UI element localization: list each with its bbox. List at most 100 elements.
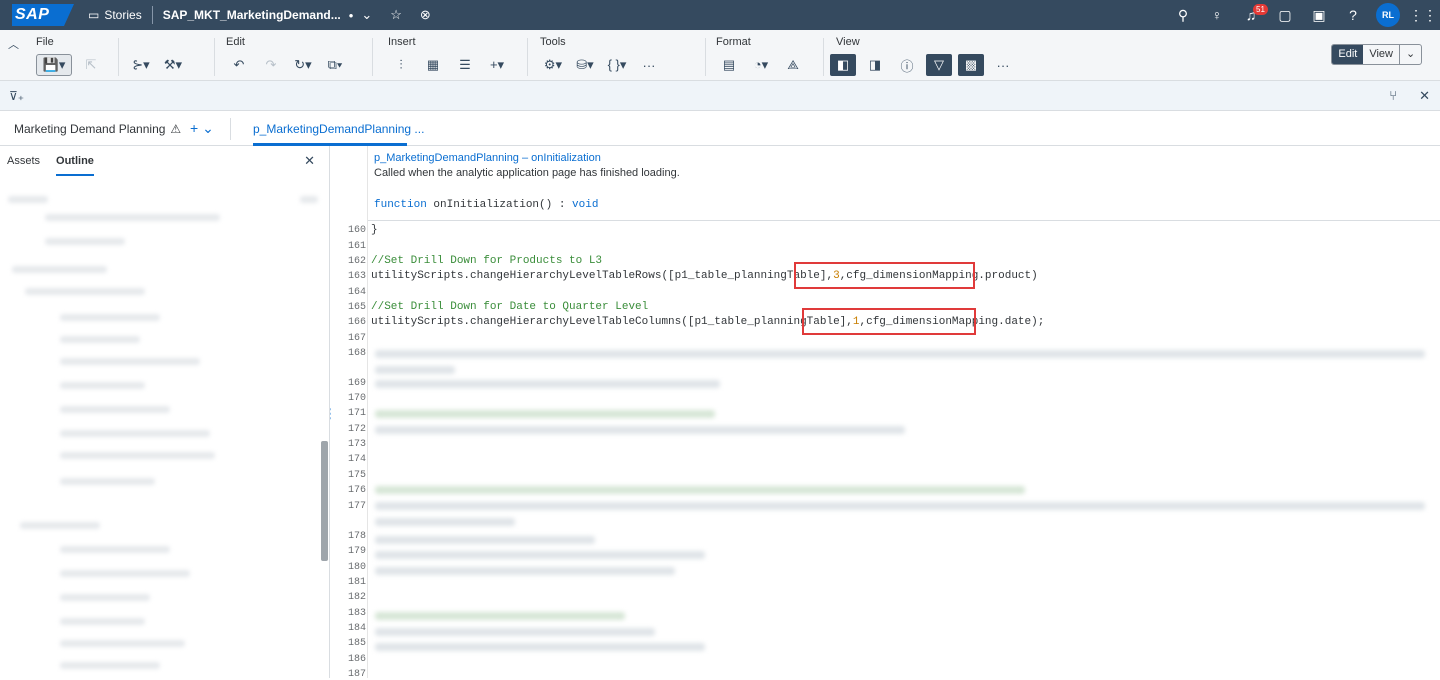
app-grid-icon[interactable]: ⋮⋮ bbox=[1406, 7, 1440, 24]
outline-item[interactable] bbox=[60, 594, 150, 601]
outline-item[interactable] bbox=[25, 288, 145, 295]
discussions-icon[interactable]: ▢ bbox=[1268, 7, 1302, 24]
outline-item[interactable] bbox=[60, 382, 145, 389]
comment-panel-icon[interactable]: ▩ bbox=[958, 54, 984, 76]
chart-icon[interactable]: ⫶ bbox=[388, 54, 414, 76]
outline-item[interactable] bbox=[60, 546, 170, 553]
linked-analysis-icon[interactable]: ⑂ bbox=[1389, 88, 1397, 104]
close-icon[interactable]: ✕ bbox=[304, 153, 315, 169]
tab-label: Marketing Demand Planning bbox=[14, 122, 166, 136]
code-comment[interactable]: //Set Drill Down for Date to Quarter Lev… bbox=[371, 301, 648, 313]
tab-outline[interactable]: Outline bbox=[56, 155, 94, 176]
mode-switch: Edit View ⌄ bbox=[1331, 44, 1422, 65]
shell-bar: SAP ▭ Stories SAP_MKT_MarketingDemand...… bbox=[0, 0, 1440, 30]
tab-assets[interactable]: Assets bbox=[7, 155, 40, 176]
story-title[interactable]: SAP_MKT_MarketingDemand... bbox=[163, 8, 341, 22]
add-icon[interactable]: +▾ bbox=[484, 54, 510, 76]
script-braces-icon[interactable]: { }▾ bbox=[604, 54, 630, 76]
blurred-code bbox=[375, 518, 515, 526]
chevron-down-icon[interactable]: ⌄ bbox=[1399, 45, 1421, 64]
filter-icon[interactable]: ▽ bbox=[926, 54, 952, 76]
outline-item[interactable] bbox=[300, 196, 318, 203]
line-number: 187 bbox=[347, 669, 366, 680]
tab-marketing-demand-planning[interactable]: Marketing Demand Planning ⚠ bbox=[14, 122, 181, 136]
code-line[interactable]: } bbox=[371, 224, 378, 236]
sap-logo[interactable]: SAP bbox=[12, 4, 74, 26]
toolbar-group-format: Format ▤ ◔▾ ⟁ bbox=[716, 36, 806, 78]
outline-item[interactable] bbox=[60, 430, 210, 437]
theme-palette-icon[interactable]: ◔▾ bbox=[748, 54, 774, 76]
tab-script-editor[interactable]: p_MarketingDemandPlanning ... bbox=[253, 122, 424, 136]
add-page-button[interactable]: + ⌄ bbox=[190, 120, 214, 137]
right-panel-toggle-icon[interactable]: ◨ bbox=[862, 54, 888, 76]
blurred-code bbox=[375, 502, 1425, 510]
view-mode-button[interactable]: View bbox=[1363, 45, 1399, 64]
collapse-toolbar-icon[interactable]: ︿ bbox=[8, 36, 19, 52]
outline-item[interactable] bbox=[12, 266, 107, 273]
close-icon[interactable]: ✕ bbox=[1419, 88, 1430, 104]
share-icon[interactable]: ⊱▾ bbox=[128, 54, 154, 76]
conditional-format-icon[interactable]: ⟁ bbox=[780, 54, 806, 76]
code-comment[interactable]: //Set Drill Down for Products to L3 bbox=[371, 255, 602, 267]
help-icon[interactable]: ? bbox=[1336, 7, 1370, 23]
outline-scrollbar[interactable] bbox=[321, 441, 328, 561]
line-number: 177 bbox=[347, 501, 366, 512]
line-number: 172 bbox=[347, 424, 366, 435]
outline-item[interactable] bbox=[20, 522, 100, 529]
outline-item[interactable] bbox=[60, 452, 215, 459]
outline-item[interactable] bbox=[60, 358, 200, 365]
refresh-icon[interactable]: ↻▾ bbox=[290, 54, 316, 76]
save-icon[interactable]: 💾▾ bbox=[36, 54, 72, 76]
search-icon[interactable]: ⚲ bbox=[1166, 7, 1200, 24]
lightbulb-icon[interactable]: ♀ bbox=[1200, 7, 1234, 23]
outline-item[interactable] bbox=[60, 662, 160, 669]
copy-icon[interactable]: ⧉▾ bbox=[322, 54, 348, 76]
export-icon: ⇱ bbox=[85, 57, 97, 72]
outline-item[interactable] bbox=[60, 314, 160, 321]
outline-item[interactable] bbox=[60, 640, 185, 647]
outline-item[interactable] bbox=[8, 196, 48, 203]
code-text: utilityScripts.changeHierarchyLevelTable… bbox=[371, 316, 853, 328]
line-number: 178 bbox=[347, 531, 366, 542]
function-signature: function onInitialization() : void bbox=[374, 199, 598, 211]
feedback-icon[interactable]: ▣ bbox=[1302, 7, 1336, 24]
star-icon[interactable]: ☆ bbox=[390, 7, 402, 23]
notification-bell-icon[interactable]: ♫ 51 bbox=[1234, 4, 1268, 23]
stories-icon: ▭ bbox=[88, 8, 100, 22]
redo-icon: ↷ bbox=[265, 57, 277, 72]
line-number: 166 bbox=[347, 317, 366, 328]
add-filter-icon[interactable]: ⊽₊ bbox=[9, 89, 24, 103]
outline-item[interactable] bbox=[45, 214, 220, 221]
filter-controls-icon[interactable]: ☰ bbox=[452, 54, 478, 76]
undo-icon[interactable]: ↶ bbox=[226, 54, 252, 76]
table-icon[interactable]: ▦ bbox=[420, 54, 446, 76]
outline-item[interactable] bbox=[60, 406, 170, 413]
outline-item[interactable] bbox=[60, 478, 155, 485]
stories-link[interactable]: ▭ Stories bbox=[88, 8, 142, 22]
outline-item[interactable] bbox=[60, 570, 190, 577]
more-tools-icon[interactable]: ··· bbox=[636, 54, 662, 76]
info-icon[interactable]: ⓘ bbox=[894, 54, 920, 76]
line-number: 174 bbox=[347, 454, 366, 465]
outline-item[interactable] bbox=[45, 238, 125, 245]
more-view-icon[interactable]: ··· bbox=[990, 54, 1016, 76]
outline-item[interactable] bbox=[60, 336, 140, 343]
page-tab-bar: Marketing Demand Planning ⚠ + ⌄ p_Market… bbox=[0, 112, 1440, 146]
planning-icon[interactable]: ⛁▾ bbox=[572, 54, 598, 76]
line-number: 163 bbox=[347, 271, 366, 282]
blurred-code bbox=[375, 350, 1425, 358]
function-title: p_MarketingDemandPlanning – onInitializa… bbox=[374, 152, 601, 164]
view-label: View bbox=[836, 36, 860, 48]
function-description: Called when the analytic application pag… bbox=[374, 167, 680, 179]
edit-mode-button[interactable]: Edit bbox=[1332, 45, 1364, 64]
data-analyzer-icon[interactable]: ⚙▾ bbox=[540, 54, 566, 76]
chevron-down-icon[interactable]: ⌄ bbox=[361, 7, 372, 23]
outline-item[interactable] bbox=[60, 618, 145, 625]
avatar[interactable]: RL bbox=[1376, 3, 1400, 27]
close-circle-icon[interactable]: ⊗ bbox=[420, 7, 431, 23]
toolbar-group-tools: Tools ⚙▾ ⛁▾ { }▾ ··· bbox=[540, 36, 662, 78]
left-panel-toggle-icon[interactable]: ◧ bbox=[830, 54, 856, 76]
format-styling-icon[interactable]: ▤ bbox=[716, 54, 742, 76]
tools-wrench-icon[interactable]: ⚒▾ bbox=[160, 54, 186, 76]
line-number: 183 bbox=[347, 608, 366, 619]
